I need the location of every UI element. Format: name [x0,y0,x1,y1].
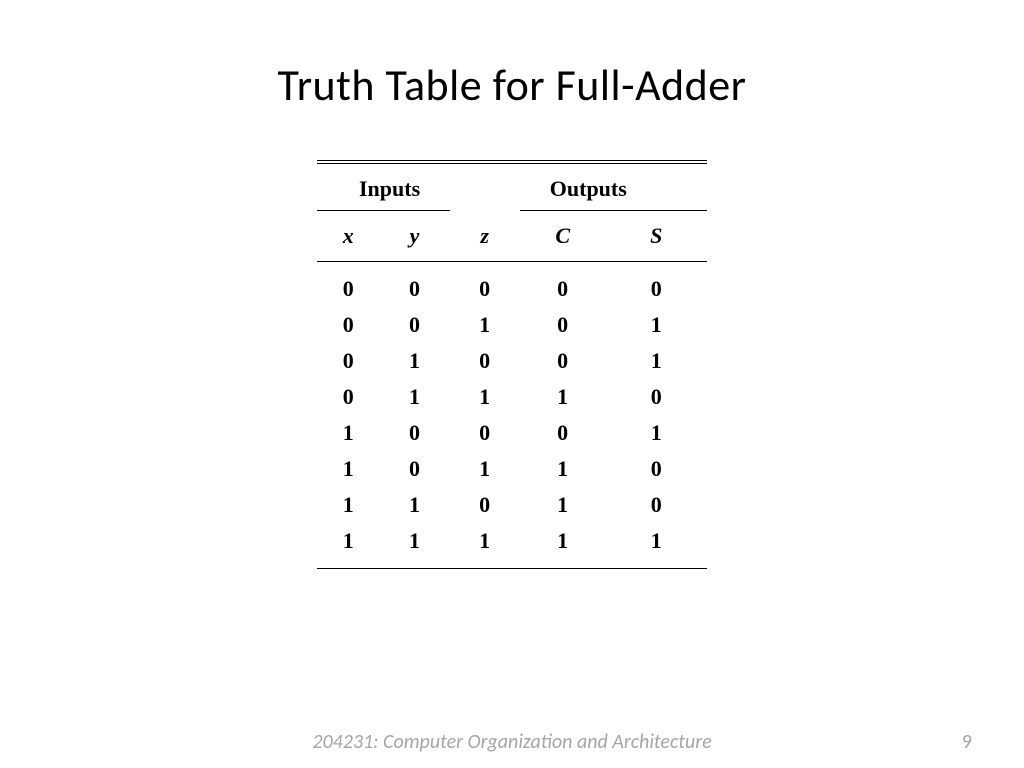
cell: 1 [317,523,379,569]
cell: 0 [317,379,379,415]
cell: 0 [520,415,606,451]
cell: 0 [606,451,707,487]
cell: 1 [317,415,379,451]
table-row: 0 0 1 0 1 [317,307,707,343]
cell: 1 [450,307,520,343]
cell: 0 [520,343,606,379]
table-row: 1 0 1 1 0 [317,451,707,487]
table-row: 0 1 0 0 1 [317,343,707,379]
cell: 0 [379,262,449,308]
slide-title: Truth Table for Full-Adder [0,0,1024,112]
cell: 1 [606,307,707,343]
truth-table-container: Inputs Outputs x y z C S 0 0 0 0 0 0 0 1… [317,160,707,569]
truth-table: Inputs Outputs x y z C S 0 0 0 0 0 0 0 1… [317,160,707,569]
cell: 1 [317,451,379,487]
cell: 1 [317,487,379,523]
cell: 1 [450,379,520,415]
outputs-header: Outputs [520,164,707,211]
cell: 1 [379,487,449,523]
col-header-s: S [606,211,707,262]
cell: 1 [520,487,606,523]
cell: 1 [606,415,707,451]
col-header-c: C [520,211,606,262]
table-row: 0 1 1 1 0 [317,379,707,415]
cell: 0 [450,343,520,379]
cell: 1 [606,523,707,569]
cell: 0 [317,307,379,343]
cell: 1 [520,451,606,487]
cell: 1 [450,451,520,487]
cell: 1 [450,523,520,569]
cell: 0 [317,262,379,308]
col-header-x: x [317,211,379,262]
col-header-z: z [450,211,520,262]
cell: 0 [317,343,379,379]
col-header-y: y [379,211,449,262]
cell: 0 [379,307,449,343]
table-group-header: Inputs Outputs [317,164,707,211]
cell: 0 [520,262,606,308]
inputs-header: Inputs [317,164,520,211]
table-bottom-rule [317,569,707,570]
cell: 0 [450,487,520,523]
cell: 1 [379,379,449,415]
table-row: 1 1 0 1 0 [317,487,707,523]
footer-course: 204231: Computer Organization and Archit… [312,730,711,754]
column-headers: x y z C S [317,211,707,262]
cell: 1 [379,343,449,379]
table-row: 1 0 0 0 1 [317,415,707,451]
cell: 1 [606,343,707,379]
cell: 0 [606,379,707,415]
cell: 0 [379,415,449,451]
cell: 0 [450,262,520,308]
table-row: 1 1 1 1 1 [317,523,707,569]
table-row: 0 0 0 0 0 [317,262,707,308]
cell: 1 [520,379,606,415]
page-number: 9 [962,730,972,754]
cell: 1 [520,523,606,569]
cell: 0 [606,262,707,308]
cell: 0 [450,415,520,451]
cell: 0 [606,487,707,523]
cell: 0 [379,451,449,487]
cell: 1 [379,523,449,569]
cell: 0 [520,307,606,343]
